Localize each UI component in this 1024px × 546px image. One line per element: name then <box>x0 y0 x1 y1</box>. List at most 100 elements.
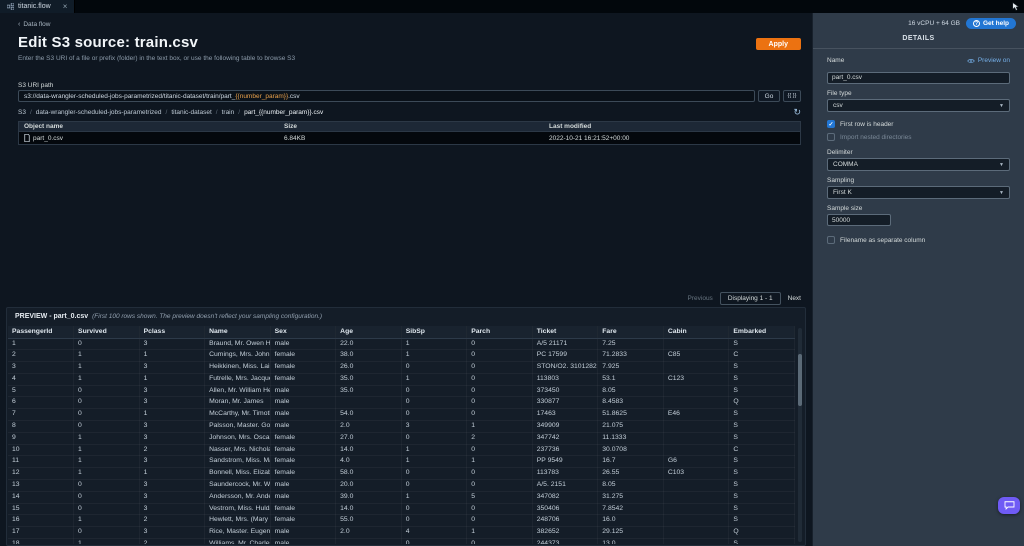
preview-cell: 51.8625 <box>598 409 664 421</box>
s3-object-row[interactable]: part_0.csv 6.84KB 2022-10-21 16:21:52+00… <box>18 132 801 145</box>
preview-cell: 237736 <box>532 444 598 456</box>
preview-toggle[interactable]: Preview on <box>967 57 1010 64</box>
breadcrumb-item[interactable]: train <box>222 109 235 116</box>
object-size: 6.84KB <box>279 135 544 142</box>
preview-cell: 2 <box>467 432 533 444</box>
preview-cell: 330877 <box>532 397 598 409</box>
preview-cell: 0 <box>74 527 140 539</box>
preview-column-header: Survived <box>74 326 140 338</box>
preview-cell: 0 <box>467 397 533 409</box>
sampling-label: Sampling <box>827 177 1010 184</box>
preview-cell: Vestrom, Miss. Hulda A... <box>205 503 271 515</box>
object-modified: 2022-10-21 16:21:52+00:00 <box>544 135 800 142</box>
name-input[interactable] <box>827 72 1010 84</box>
preview-cell: 113803 <box>532 373 598 385</box>
preview-cell: STON/O2. 3101282 <box>532 362 598 374</box>
chat-button[interactable] <box>998 497 1020 514</box>
preview-cell: Braund, Mr. Owen Harris <box>205 338 271 350</box>
preview-cell: 7.925 <box>598 362 664 374</box>
preview-cell: 0 <box>401 397 467 409</box>
preview-cell: Moran, Mr. James <box>205 397 271 409</box>
preview-cell: 113783 <box>532 468 598 480</box>
delimiter-select[interactable]: COMMA ▼ <box>827 158 1010 171</box>
preview-scrollbar[interactable] <box>798 328 802 542</box>
preview-cell <box>336 539 402 544</box>
preview-cell: 16.0 <box>598 515 664 527</box>
breadcrumb-item[interactable]: S3 <box>18 109 26 116</box>
preview-column-header: Name <box>205 326 271 338</box>
parameters-button[interactable]: {{ }} <box>783 90 801 102</box>
scrollbar-thumb[interactable] <box>798 354 802 406</box>
breadcrumb-item[interactable]: part_{{number_param}}.csv <box>244 109 323 116</box>
preview-cell: C123 <box>663 373 729 385</box>
preview-cell: Q <box>729 397 795 409</box>
pointer-icon <box>1012 0 1024 13</box>
apply-button[interactable]: Apply <box>756 38 801 50</box>
flow-icon <box>7 3 14 10</box>
back-to-data-flow-link[interactable]: ‹ Data flow <box>18 21 50 28</box>
close-icon[interactable]: × <box>63 2 68 11</box>
breadcrumb-separator: / <box>166 109 168 116</box>
preview-cell: E46 <box>663 409 729 421</box>
preview-cell: 1 <box>467 421 533 433</box>
preview-cell: 0 <box>467 385 533 397</box>
preview-cell: 0 <box>401 503 467 515</box>
filename-column-checkbox[interactable] <box>827 236 835 244</box>
preview-cell: Johnson, Mrs. Oscar W (... <box>205 432 271 444</box>
preview-column-header: Pclass <box>139 326 205 338</box>
preview-cell: 1 <box>74 362 140 374</box>
tab-label: titanic.flow <box>18 3 51 10</box>
preview-row: 1303Saundercock, Mr. Willia...male20.000… <box>8 480 795 492</box>
preview-cell: male <box>270 338 336 350</box>
preview-cell: 54.0 <box>336 409 402 421</box>
sample-size-input[interactable] <box>827 214 891 226</box>
preview-cell: 2 <box>139 539 205 544</box>
breadcrumb-item[interactable]: data-wrangler-scheduled-jobs-parametrize… <box>36 109 162 116</box>
preview-cell: 0 <box>467 468 533 480</box>
preview-cell: 3 <box>139 338 205 350</box>
chevron-down-icon: ▼ <box>999 103 1004 109</box>
preview-cell: S <box>729 421 795 433</box>
preview-column-header: Age <box>336 326 402 338</box>
file-type-label: File type <box>827 90 1010 97</box>
preview-cell: Q <box>729 527 795 539</box>
preview-cell: male <box>270 397 336 409</box>
preview-cell: 3 <box>139 362 205 374</box>
preview-cell: Bonnell, Miss. Elizabeth <box>205 468 271 480</box>
preview-column-header: Embarked <box>729 326 795 338</box>
sampling-select[interactable]: First K ▼ <box>827 186 1010 199</box>
preview-cell: female <box>270 444 336 456</box>
preview-cell: 0 <box>74 397 140 409</box>
preview-cell: 0 <box>74 503 140 515</box>
preview-cell: 30.0708 <box>598 444 664 456</box>
preview-cell: Hewlett, Mrs. (Mary D K... <box>205 515 271 527</box>
previous-button: Previous <box>688 295 713 302</box>
uri-parameter-text: {{number_param}} <box>235 93 288 100</box>
get-help-button[interactable]: ? Get help <box>966 18 1016 29</box>
preview-cell: Sandstrom, Miss. Margu... <box>205 456 271 468</box>
preview-cell: 4.0 <box>336 456 402 468</box>
tab-titanic-flow[interactable]: titanic.flow × <box>0 0 75 13</box>
preview-cell: 1 <box>74 456 140 468</box>
preview-cell: 3 <box>8 362 74 374</box>
go-button[interactable]: Go <box>758 90 780 102</box>
preview-cell: S <box>729 468 795 480</box>
preview-cell: Allen, Mr. William Henry <box>205 385 271 397</box>
next-button[interactable]: Next <box>788 295 801 302</box>
breadcrumb-item[interactable]: titanic-dataset <box>171 109 211 116</box>
help-icon: ? <box>973 20 980 27</box>
preview-cell: S <box>729 338 795 350</box>
first-row-header-checkbox[interactable]: ✓ <box>827 120 835 128</box>
s3-uri-row: s3://data-wrangler-scheduled-jobs-parame… <box>18 90 801 102</box>
s3-uri-input[interactable]: s3://data-wrangler-scheduled-jobs-parame… <box>18 90 755 102</box>
preview-cell: S <box>729 385 795 397</box>
file-type-select[interactable]: csv ▼ <box>827 99 1010 112</box>
preview-cell: PC 17599 <box>532 350 598 362</box>
preview-cell <box>663 397 729 409</box>
preview-cell: 0 <box>74 421 140 433</box>
refresh-icon[interactable]: ↻ <box>793 107 801 117</box>
preview-cell: 12 <box>8 468 74 480</box>
preview-row: 313Heikkinen, Miss. Lainafemale26.000STO… <box>8 362 795 374</box>
preview-cell: 0 <box>467 480 533 492</box>
preview-table-wrap: PassengerIdSurvivedPclassNameSexAgeSibSp… <box>8 326 795 544</box>
